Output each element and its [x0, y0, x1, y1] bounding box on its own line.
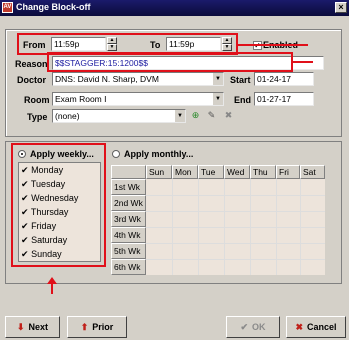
row-header: 6th Wk: [111, 259, 146, 275]
row-header: 5th Wk: [111, 243, 146, 259]
doctor-value: DNS: David N. Sharp, DVM: [55, 74, 159, 84]
room-value: Exam Room I: [55, 94, 107, 104]
annotation-arrow-up-icon: [47, 277, 57, 284]
annotation-arrow-line: [51, 283, 53, 294]
grid-corner: [111, 165, 146, 179]
annotation-box-reason: [47, 52, 293, 72]
ok-label: OK: [252, 322, 266, 332]
room-label: Room: [24, 95, 50, 105]
end-label: End: [234, 95, 251, 105]
apply-monthly-radio[interactable]: [112, 150, 120, 158]
chevron-down-icon[interactable]: ▼: [174, 110, 185, 122]
column-header: Fri: [276, 165, 300, 179]
chevron-down-icon[interactable]: ▼: [212, 93, 223, 105]
type-value: (none): [55, 111, 80, 121]
annotation-arrow-line: [238, 44, 308, 46]
column-header: Thu: [250, 165, 276, 179]
doctor-dropdown[interactable]: DNS: David N. Sharp, DVM ▼: [52, 72, 224, 86]
start-label: Start: [230, 75, 251, 85]
close-window-button[interactable]: ×: [335, 2, 347, 13]
column-header: Sat: [300, 165, 325, 179]
edit-type-icon[interactable]: ✎: [206, 110, 217, 121]
row-header: 3rd Wk: [111, 211, 146, 227]
reason-label: Reason: [15, 59, 48, 69]
check-icon: ✔: [240, 322, 249, 332]
column-header: Tue: [198, 165, 224, 179]
monthly-grid[interactable]: Sun Mon Tue Wed Thu Fri Sat 1st Wk 2nd W…: [111, 165, 325, 275]
room-dropdown[interactable]: Exam Room I ▼: [52, 92, 224, 106]
arrow-down-icon: ⬇: [16, 322, 25, 332]
close-icon: ✖: [295, 322, 304, 332]
grid-line: [146, 243, 325, 244]
apply-monthly-label: Apply monthly...: [124, 149, 194, 159]
row-header: 1st Wk: [111, 179, 146, 195]
grid-line: [146, 211, 325, 212]
type-label: Type: [27, 112, 48, 122]
grid-line: [146, 195, 325, 196]
cancel-button[interactable]: ✖ Cancel: [286, 316, 346, 338]
delete-type-icon[interactable]: ✖: [223, 110, 234, 121]
cancel-label: Cancel: [307, 322, 337, 332]
prior-label: Prior: [92, 322, 114, 332]
prior-button[interactable]: ⬆ Prior: [67, 316, 127, 338]
title-bar: AV Change Block-off ×: [0, 0, 349, 16]
app-icon: AV: [2, 2, 13, 13]
doctor-label: Doctor: [17, 75, 46, 85]
row-header: 4th Wk: [111, 227, 146, 243]
annotation-box-weekly: [11, 143, 106, 267]
next-button[interactable]: ⬇ Next: [5, 316, 60, 338]
row-header: 2nd Wk: [111, 195, 146, 211]
chevron-down-icon[interactable]: ▼: [212, 73, 223, 85]
column-header: Wed: [224, 165, 250, 179]
annotation-arrow-line: [293, 61, 313, 63]
end-date-field[interactable]: 01-27-17: [254, 92, 314, 106]
add-type-icon[interactable]: ⊕: [190, 110, 201, 121]
type-dropdown[interactable]: (none) ▼: [52, 109, 186, 123]
ok-button[interactable]: ✔ OK: [226, 316, 280, 338]
window-title: Change Block-off: [16, 2, 91, 12]
start-date-field[interactable]: 01-24-17: [254, 72, 314, 86]
column-header: Sun: [146, 165, 172, 179]
grid-line: [146, 259, 325, 260]
arrow-up-icon: ⬆: [80, 322, 89, 332]
column-header: Mon: [172, 165, 198, 179]
next-label: Next: [28, 322, 49, 332]
grid-line: [146, 227, 325, 228]
